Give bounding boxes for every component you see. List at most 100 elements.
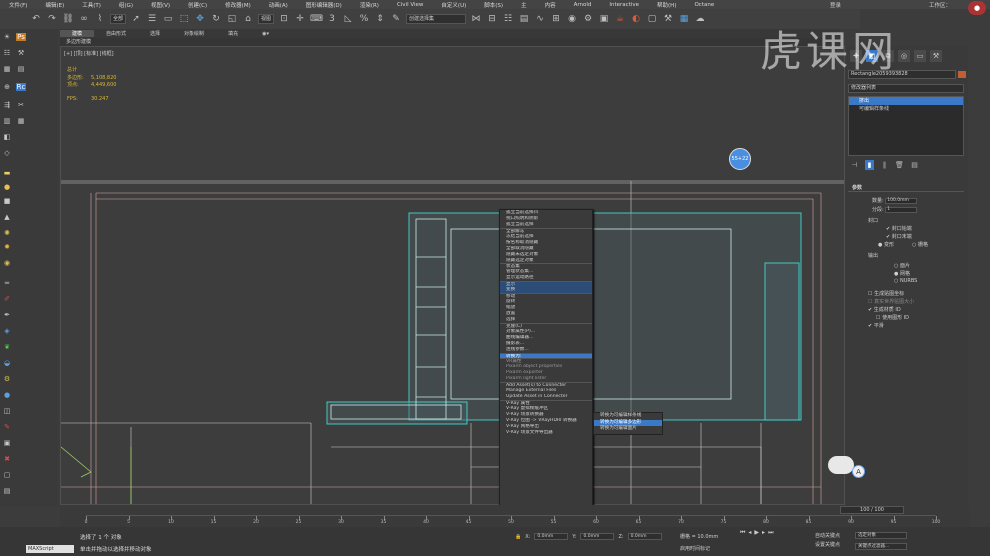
menu-item[interactable]: Octane xyxy=(685,2,723,8)
select-icon[interactable]: ➚ xyxy=(130,13,142,25)
image-icon[interactable]: ▤ xyxy=(2,487,12,495)
ribbon-options-icon[interactable]: ◉▾ xyxy=(250,31,281,37)
move-icon[interactable]: ✥ xyxy=(194,13,206,25)
rotate-icon[interactable]: ↻ xyxy=(210,13,222,25)
params-header[interactable]: 参数 xyxy=(848,184,964,192)
tab-freeform[interactable]: 自由形式 xyxy=(94,30,138,37)
workspace-label[interactable]: 工作区： xyxy=(920,1,960,9)
snap-tool-icon[interactable]: ⊕ xyxy=(2,83,12,91)
menu-item[interactable]: 自定义(U) xyxy=(432,1,475,9)
stack-item-editable-spline[interactable]: 可编辑样条线 xyxy=(849,105,963,113)
viewport-top[interactable]: [+] [顶] [标准] [线框] 总计 多边形: 5,108,820 顶点: 4,… xyxy=(60,46,845,505)
rc-icon[interactable]: Rc xyxy=(16,83,26,91)
align-icon[interactable]: ⊟ xyxy=(486,13,498,25)
assistant-icon[interactable]: A xyxy=(852,465,865,478)
menu-item[interactable]: 动画(A) xyxy=(260,1,297,9)
pipe-icon[interactable]: ═ xyxy=(2,279,12,287)
go-start-icon[interactable]: ⏮ xyxy=(740,529,745,537)
menu-item[interactable]: 工具(T) xyxy=(73,1,110,9)
tab-populate[interactable]: 填充 xyxy=(216,30,250,37)
render-online-icon[interactable]: ▦ xyxy=(678,13,690,25)
next-frame-icon[interactable]: ▸ xyxy=(762,529,765,537)
camera-icon[interactable]: ◫ xyxy=(2,407,12,415)
close-icon[interactable]: ● xyxy=(968,1,986,15)
morph-radio[interactable]: 变形 xyxy=(884,242,894,248)
paint-icon[interactable]: ✎ xyxy=(2,423,12,431)
menu-item[interactable]: 编辑(E) xyxy=(36,1,73,9)
ball-icon[interactable]: ◉ xyxy=(2,259,12,267)
named-selection-set[interactable]: 创建选择集 xyxy=(406,14,467,24)
layer-icon[interactable]: ☷ xyxy=(502,13,514,25)
sphere-blue-icon[interactable]: ● xyxy=(2,391,12,399)
context-menu-item[interactable]: V-Ray 场景文件导出器 xyxy=(500,430,592,436)
pen-icon[interactable]: ✒ xyxy=(2,311,12,319)
schematic-icon[interactable]: ⊞ xyxy=(550,13,562,25)
prev-frame-icon[interactable]: ◂ xyxy=(748,529,751,537)
menu-item[interactable]: Civil View xyxy=(388,2,432,8)
menu-item[interactable]: Interactive xyxy=(600,2,648,8)
cloud-icon[interactable] xyxy=(828,456,854,474)
window-crossing-icon[interactable]: ⬚ xyxy=(178,13,190,25)
snap-icon[interactable]: 3 xyxy=(326,13,338,25)
scale-icon[interactable]: ◱ xyxy=(226,13,238,25)
submenu-item[interactable]: 转换为可编辑面片 xyxy=(594,426,662,433)
menu-item[interactable]: 视图(V) xyxy=(142,1,179,9)
brush-icon[interactable]: ✐ xyxy=(2,295,12,303)
tab-selection[interactable]: 选择 xyxy=(138,30,172,37)
create-icon[interactable]: ☀ xyxy=(2,33,12,41)
show-end-result-icon[interactable]: ▮ xyxy=(865,160,874,170)
percent-snap-icon[interactable]: % xyxy=(358,13,370,25)
vray-vfb-icon[interactable]: ▢ xyxy=(646,13,658,25)
redo-icon[interactable]: ↷ xyxy=(46,13,58,25)
patch-radio[interactable]: 面片 xyxy=(900,263,910,269)
unlink-icon[interactable]: ∞ xyxy=(78,13,90,25)
place-icon[interactable]: ⌂ xyxy=(242,13,254,25)
gear-icon[interactable]: ⚙ xyxy=(2,375,12,383)
cube-icon[interactable]: ▣ xyxy=(2,439,12,447)
curve-editor-icon[interactable]: ∿ xyxy=(534,13,546,25)
modifier-list-dropdown[interactable]: 修改器列表 xyxy=(848,84,964,93)
tab-modeling[interactable]: 建模 xyxy=(60,30,95,37)
box2-icon[interactable]: ▢ xyxy=(2,471,12,479)
remove-modifier-icon[interactable]: 🗑 xyxy=(895,160,904,170)
menu-item[interactable]: 脚本(S) xyxy=(475,1,512,9)
viewport-label[interactable]: [+] [顶] [标准] [线框] xyxy=(64,50,114,57)
segments-spinner[interactable]: 1 xyxy=(885,206,918,213)
cone-icon[interactable]: ▲ xyxy=(2,213,12,221)
use-shape-id-checkbox[interactable]: 使用图形 ID xyxy=(882,315,909,321)
cross-icon[interactable]: ✖ xyxy=(2,455,12,463)
tool-icon-a[interactable]: ◧ xyxy=(2,133,12,141)
light-icon[interactable]: ✺ xyxy=(2,229,12,237)
gen-mat-id-checkbox[interactable]: 生成材质 ID xyxy=(874,307,901,313)
box-icon[interactable]: ■ xyxy=(2,197,12,205)
set-key-button[interactable]: 设置关键点 xyxy=(815,541,840,550)
selection-filter[interactable]: 全部 xyxy=(110,14,127,24)
material-editor-icon[interactable]: ◉ xyxy=(566,13,578,25)
tab-object-paint[interactable]: 对象绘制 xyxy=(172,30,216,37)
keyboard-shortcut-icon[interactable]: ⌨ xyxy=(310,13,323,25)
vray-render-icon[interactable]: ◐ xyxy=(630,13,642,25)
leaf-icon[interactable]: ❦ xyxy=(2,343,12,351)
align-tool-icon[interactable]: ⇶ xyxy=(2,101,12,109)
real-world-map-checkbox[interactable]: 真实世界贴图大小 xyxy=(874,299,914,305)
sun-icon[interactable]: ✹ xyxy=(2,243,12,251)
menu-item[interactable]: 文件(F) xyxy=(0,1,36,9)
make-unique-icon[interactable]: ∥ xyxy=(880,160,889,170)
reference-coord-select[interactable]: 视图 xyxy=(258,14,275,24)
edit-named-sel-icon[interactable]: ✎ xyxy=(390,13,402,25)
mesh-radio[interactable]: 网格 xyxy=(900,271,910,277)
menu-item[interactable]: 图形编辑器(D) xyxy=(297,1,351,9)
z-coord-field[interactable]: 0.0mm xyxy=(627,533,662,540)
tool-icon-b[interactable]: ◇ xyxy=(2,149,12,157)
render-setup-icon[interactable]: ⚙ xyxy=(582,13,594,25)
cap-end-checkbox[interactable]: 封口末端 xyxy=(892,234,912,240)
add-time-tag[interactable]: 启用时间标记 xyxy=(680,545,710,552)
sphere-icon[interactable]: ● xyxy=(2,183,12,191)
spinner-snap-icon[interactable]: ⇕ xyxy=(374,13,386,25)
grid-icon[interactable]: ▦ xyxy=(2,65,12,73)
gen-map-coords-checkbox[interactable]: 生成贴图坐标 xyxy=(874,291,904,297)
folder-icon[interactable]: ▬ xyxy=(2,169,12,177)
render-frame-icon[interactable]: ▣ xyxy=(598,13,610,25)
undo-icon[interactable]: ↶ xyxy=(30,13,42,25)
menu-item[interactable]: 修改器(M) xyxy=(216,1,260,9)
